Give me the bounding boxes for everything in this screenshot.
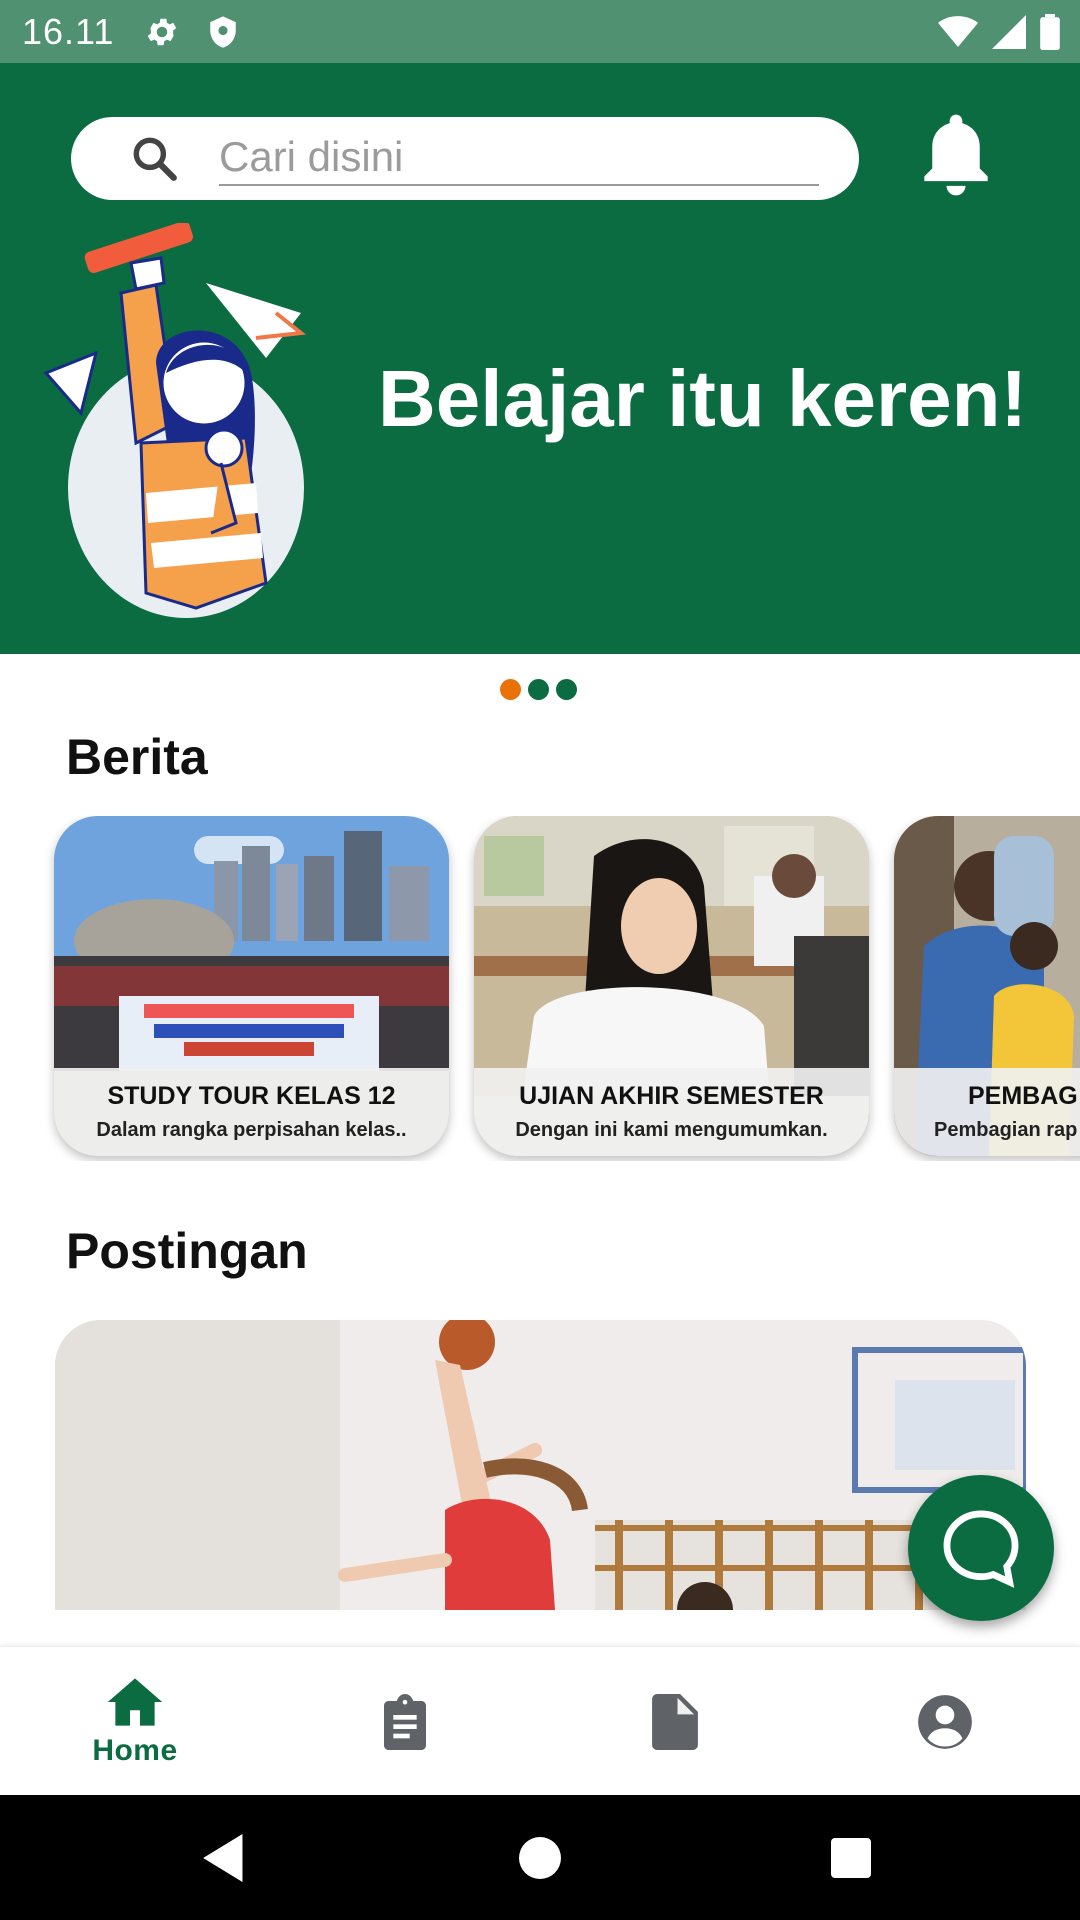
news-caption: STUDY TOUR KELAS 12 Dalam rangka perpisa… xyxy=(54,1068,449,1156)
banner-pager xyxy=(500,679,577,700)
pager-dot-active[interactable] xyxy=(500,679,521,700)
home-icon xyxy=(107,1677,163,1726)
back-button[interactable] xyxy=(192,1825,258,1891)
clipboard-icon xyxy=(384,1693,426,1750)
hero-title: Belajar itu keren! xyxy=(378,354,1028,443)
system-navigation-bar xyxy=(0,1795,1080,1920)
news-title: PEMBAG xyxy=(968,1082,1078,1110)
back-icon xyxy=(203,1834,243,1882)
home-button[interactable] xyxy=(507,1825,573,1891)
chat-icon[interactable] xyxy=(938,1505,1024,1591)
post-image xyxy=(55,1320,1026,1610)
pager-dot[interactable] xyxy=(528,679,549,700)
chat-fab[interactable] xyxy=(908,1475,1054,1621)
news-desc: Pembagian rap xyxy=(934,1119,1078,1141)
news-title: STUDY TOUR KELAS 12 xyxy=(107,1082,396,1110)
nav-item-documents[interactable] xyxy=(540,1647,810,1796)
news-caption: PEMBAG Pembagian rap xyxy=(894,1068,1080,1156)
wifi-icon xyxy=(938,15,978,47)
status-icons-left xyxy=(144,14,240,50)
nav-item-tasks[interactable] xyxy=(270,1647,540,1796)
account-icon xyxy=(918,1694,972,1749)
news-title: UJIAN AKHIR SEMESTER xyxy=(519,1082,824,1110)
news-card[interactable]: UJIAN AKHIR SEMESTER Dengan ini kami men… xyxy=(474,816,869,1156)
nav-item-profile[interactable] xyxy=(810,1647,1080,1796)
news-section-title: Berita xyxy=(66,729,208,785)
nav-item-home[interactable]: Home xyxy=(0,1647,270,1796)
nav-label-home: Home xyxy=(92,1733,178,1767)
gear-icon xyxy=(148,18,177,45)
student-illustration xyxy=(43,223,307,618)
news-desc: Dalam rangka perpisahan kelas.. xyxy=(96,1119,407,1141)
news-carousel[interactable]: STUDY TOUR KELAS 12 Dalam rangka perpisa… xyxy=(0,816,1080,1161)
hero-banner: Belajar itu keren! xyxy=(0,63,1080,654)
post-card[interactable] xyxy=(55,1320,1026,1610)
search-icon[interactable] xyxy=(129,133,179,183)
news-card[interactable]: STUDY TOUR KELAS 12 Dalam rangka perpisa… xyxy=(54,816,449,1156)
news-card[interactable]: PEMBAG Pembagian rap xyxy=(894,816,1080,1156)
search-bar[interactable] xyxy=(71,117,859,200)
news-desc: Dengan ini kami mengumumkan. xyxy=(515,1119,828,1141)
recents-icon xyxy=(831,1838,871,1878)
document-icon xyxy=(652,1693,698,1750)
status-bar: 16.11 xyxy=(0,0,1080,63)
signal-icon xyxy=(992,14,1026,49)
bottom-navigation: Home xyxy=(0,1646,1080,1795)
bell-icon[interactable] xyxy=(918,114,994,204)
posts-section-title: Postingan xyxy=(66,1223,308,1279)
battery-icon xyxy=(1040,13,1060,50)
news-caption: UJIAN AKHIR SEMESTER Dengan ini kami men… xyxy=(474,1068,869,1156)
app-screen: 16.11 Cari disini Belajar itu keren! Ber… xyxy=(0,0,1080,1920)
status-time: 16.11 xyxy=(22,10,115,52)
recents-button[interactable] xyxy=(818,1825,884,1891)
shield-icon xyxy=(210,15,237,48)
status-icons-right xyxy=(938,0,1060,63)
pager-dot[interactable] xyxy=(556,679,577,700)
search-input[interactable] xyxy=(219,130,819,186)
home-circle-icon xyxy=(519,1837,561,1879)
